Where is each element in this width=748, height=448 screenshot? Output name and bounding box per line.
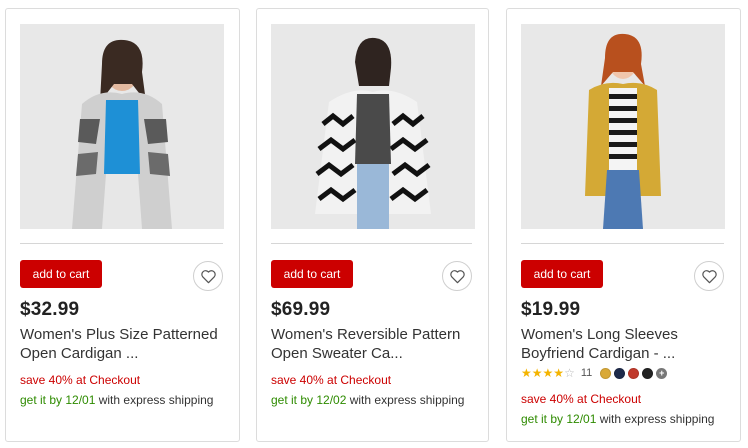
add-to-cart-button[interactable]: add to cart	[271, 260, 353, 288]
star-icon: ★	[542, 366, 554, 380]
product-card[interactable]: add to cart $19.99 Women's Long Sleeves …	[506, 8, 741, 442]
shipping-info: get it by 12/02 with express shipping	[271, 393, 464, 407]
star-rating: ★ ★ ★ ★ ☆	[521, 367, 575, 379]
product-title[interactable]: Women's Reversible Pattern Open Sweater …	[271, 325, 481, 363]
product-card[interactable]: add to cart $69.99 Women's Reversible Pa…	[256, 8, 489, 442]
favorite-button[interactable]	[442, 261, 472, 291]
ship-date: get it by 12/02	[271, 393, 347, 407]
ship-date: get it by 12/01	[20, 393, 96, 407]
shipping-info: get it by 12/01 with express shipping	[20, 393, 213, 407]
star-icon: ★	[553, 366, 565, 380]
product-price: $69.99	[271, 299, 331, 320]
divider	[521, 243, 724, 244]
heart-outline-icon	[449, 269, 465, 283]
product-image[interactable]	[521, 24, 725, 229]
review-count[interactable]: 11	[581, 367, 592, 379]
favorite-button[interactable]	[193, 261, 223, 291]
product-image[interactable]	[20, 24, 224, 229]
shipping-info: get it by 12/01 with express shipping	[521, 412, 714, 426]
product-price: $19.99	[521, 299, 581, 320]
add-to-cart-button[interactable]: add to cart	[521, 260, 603, 288]
product-title-line-2[interactable]: Open Sweater Ca...	[271, 344, 481, 363]
product-card[interactable]: add to cart $32.99 Women's Plus Size Pat…	[5, 8, 240, 442]
product-title[interactable]: Women's Long Sleeves Boyfriend Cardigan …	[521, 325, 731, 363]
product-title-line-2[interactable]: Boyfriend Cardigan - ...	[521, 344, 731, 363]
ship-method: with express shipping	[596, 412, 715, 426]
star-icon: ★	[521, 366, 532, 380]
divider	[271, 243, 472, 244]
ship-date: get it by 12/01	[521, 412, 597, 426]
product-image[interactable]	[271, 24, 475, 229]
promo-text: save 40% at Checkout	[521, 392, 642, 406]
color-swatch-black[interactable]	[642, 367, 654, 379]
product-title-line-1[interactable]: Women's Long Sleeves	[521, 325, 731, 344]
favorite-button[interactable]	[694, 261, 724, 291]
star-empty-icon: ☆	[564, 366, 575, 380]
ship-method: with express shipping	[346, 393, 465, 407]
promo-text: save 40% at Checkout	[20, 373, 141, 387]
product-title-line-1[interactable]: Women's Reversible Pattern	[271, 325, 481, 344]
product-photo-boyfriend-cardigan	[521, 24, 725, 229]
product-price: $32.99	[20, 299, 80, 320]
ship-method: with express shipping	[95, 393, 214, 407]
add-to-cart-button[interactable]: add to cart	[20, 260, 102, 288]
divider	[20, 243, 223, 244]
color-swatch-navy[interactable]	[614, 367, 626, 379]
rating-row[interactable]: ★ ★ ★ ★ ☆ 11 +	[521, 366, 668, 380]
more-colors-icon[interactable]: +	[656, 367, 668, 379]
product-title-line-1[interactable]: Women's Plus Size Patterned	[20, 325, 230, 344]
heart-outline-icon	[200, 269, 216, 283]
promo-text: save 40% at Checkout	[271, 373, 392, 387]
color-swatch-red[interactable]	[628, 367, 640, 379]
color-swatch-mustard[interactable]	[600, 367, 612, 379]
star-icon: ★	[531, 366, 543, 380]
product-photo-plus-size-cardigan	[20, 24, 224, 229]
product-title-line-2[interactable]: Open Cardigan ...	[20, 344, 230, 363]
product-title[interactable]: Women's Plus Size Patterned Open Cardiga…	[20, 325, 230, 363]
heart-outline-icon	[701, 269, 717, 283]
product-photo-reversible-sweater	[271, 24, 475, 229]
